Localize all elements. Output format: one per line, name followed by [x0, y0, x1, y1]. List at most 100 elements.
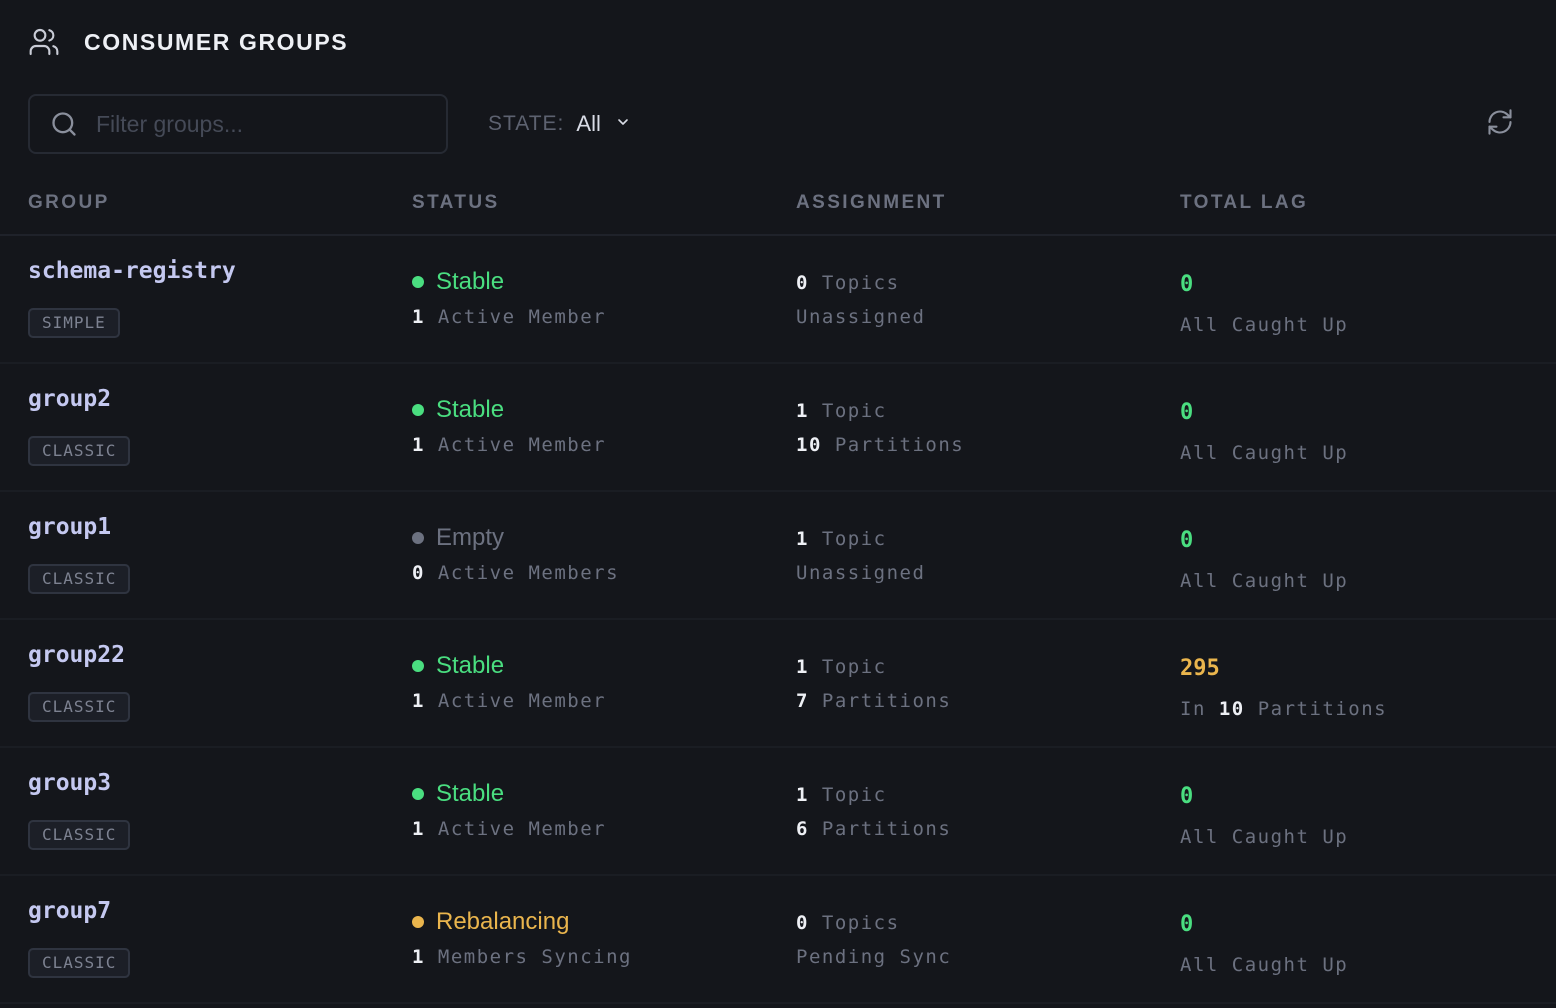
lag-prefix: In — [1180, 698, 1206, 720]
lag-detail: All Caught Up — [1180, 314, 1348, 336]
members-info: 1 Active Member — [412, 690, 606, 712]
table-row[interactable]: group3 CLASSIC Stable 1 Active Member 1 Topi… — [0, 748, 1556, 876]
search-input[interactable] — [96, 110, 396, 138]
total-lag-value: 0 — [1180, 400, 1194, 425]
topics-count: 1 — [796, 400, 809, 422]
status-dot-icon — [412, 532, 424, 544]
assignment-detail: 10 Partitions — [796, 434, 964, 456]
group-name[interactable]: group3 — [28, 770, 111, 796]
lag-detail-label: All Caught Up — [1180, 314, 1349, 336]
refresh-button[interactable] — [1484, 108, 1516, 140]
members-label: Active Member — [437, 690, 607, 712]
status-dot-icon — [412, 404, 424, 416]
total-lag-value: 295 — [1180, 656, 1220, 681]
lag-detail-label: All Caught Up — [1180, 570, 1349, 592]
partitions-count: 10 — [796, 434, 822, 456]
status-indicator: Rebalancing — [412, 908, 569, 936]
members-info: 1 Active Member — [412, 818, 606, 840]
members-count: 1 — [412, 306, 425, 328]
assignment-topics: 1 Topic — [796, 528, 887, 550]
status-text: Stable — [436, 268, 505, 295]
search-box[interactable] — [28, 94, 448, 154]
assignment-detail: 7 Partitions — [796, 690, 951, 712]
assignment-topics: 0 Topics — [796, 272, 900, 294]
assignment-detail: Unassigned — [796, 562, 925, 584]
group-name[interactable]: group22 — [28, 642, 125, 668]
column-header-total-lag[interactable]: TOTAL LAG — [1180, 192, 1308, 214]
column-header-status[interactable]: STATUS — [412, 192, 500, 214]
members-info: 1 Members Syncing — [412, 946, 632, 968]
refresh-icon — [1486, 108, 1514, 141]
total-lag-value: 0 — [1180, 528, 1194, 553]
lag-detail-label: Partitions — [1257, 698, 1388, 720]
lag-detail: In 10 Partitions — [1180, 698, 1387, 720]
status-text: Stable — [436, 780, 505, 807]
status-text: Stable — [436, 652, 505, 679]
members-label: Active Member — [437, 818, 607, 840]
members-info: 1 Active Member — [412, 306, 606, 328]
assignment-topics: 1 Topic — [796, 656, 887, 678]
assignment-detail: Pending Sync — [796, 946, 951, 968]
state-filter-dropdown[interactable]: STATE: All — [488, 94, 631, 154]
table-row[interactable]: group22 CLASSIC Stable 1 Active Member 1 Top… — [0, 620, 1556, 748]
assignment-topics: 1 Topic — [796, 784, 887, 806]
table-row[interactable]: group2 CLASSIC Stable 1 Active Member 1 Topi… — [0, 364, 1556, 492]
table-row[interactable]: group1 CLASSIC Empty 0 Active Members 1 Topi… — [0, 492, 1556, 620]
group-type-badge: CLASSIC — [28, 820, 131, 850]
lag-detail-label: All Caught Up — [1180, 826, 1349, 848]
users-icon — [28, 25, 62, 59]
members-count: 0 — [412, 562, 425, 584]
status-dot-icon — [412, 916, 424, 928]
topics-label: Topic — [821, 400, 887, 422]
lag-detail-label: All Caught Up — [1180, 442, 1349, 464]
members-label: Active Members — [437, 562, 620, 584]
members-count: 1 — [412, 434, 425, 456]
status-indicator: Empty — [412, 524, 504, 552]
column-header-group[interactable]: GROUP — [28, 192, 110, 214]
topics-label: Topics — [821, 272, 900, 294]
group-name[interactable]: group7 — [28, 898, 111, 924]
members-label: Active Member — [437, 306, 607, 328]
assignment-detail: 6 Partitions — [796, 818, 951, 840]
table-row[interactable]: schema-registry SIMPLE Stable 1 Active Memb… — [0, 236, 1556, 364]
group-type-badge: CLASSIC — [28, 948, 131, 978]
topics-count: 0 — [796, 912, 809, 934]
chevron-down-icon — [615, 114, 631, 135]
group-name[interactable]: group2 — [28, 386, 111, 412]
group-name[interactable]: schema-registry — [28, 258, 236, 284]
group-type-badge: CLASSIC — [28, 692, 131, 722]
status-indicator: Stable — [412, 268, 504, 296]
state-filter-value: All — [576, 111, 601, 136]
topics-count: 1 — [796, 656, 809, 678]
status-indicator: Stable — [412, 652, 504, 680]
topics-label: Topics — [821, 912, 900, 934]
topics-label: Topic — [821, 656, 887, 678]
status-text: Empty — [436, 524, 505, 551]
group-type-badge: CLASSIC — [28, 564, 131, 594]
topics-count: 1 — [796, 784, 809, 806]
lag-partitions-count: 10 — [1218, 698, 1245, 720]
group-name[interactable]: group1 — [28, 514, 111, 540]
assignment-detail-label: Partitions — [821, 690, 952, 712]
group-type-badge: SIMPLE — [28, 308, 120, 338]
status-text: Rebalancing — [436, 908, 570, 935]
assignment-detail-label: Unassigned — [796, 306, 926, 328]
assignment-topics: 1 Topic — [796, 400, 887, 422]
status-text: Stable — [436, 396, 505, 423]
search-icon — [50, 109, 80, 139]
members-info: 1 Active Member — [412, 434, 606, 456]
members-label: Members Syncing — [437, 946, 632, 968]
status-dot-icon — [412, 276, 424, 288]
column-header-assignment[interactable]: ASSIGNMENT — [796, 192, 947, 214]
topics-count: 1 — [796, 528, 809, 550]
table-row[interactable]: group7 CLASSIC Rebalancing 1 Members Syncin… — [0, 876, 1556, 1004]
lag-detail: All Caught Up — [1180, 570, 1348, 592]
page-title: CONSUMER GROUPS — [84, 28, 349, 55]
state-filter-label: STATE: — [488, 112, 565, 135]
total-lag-value: 0 — [1180, 272, 1194, 297]
status-indicator: Stable — [412, 780, 504, 808]
topics-count: 0 — [796, 272, 809, 294]
members-count: 1 — [412, 818, 425, 840]
lag-detail: All Caught Up — [1180, 826, 1348, 848]
group-type-badge: CLASSIC — [28, 436, 131, 466]
